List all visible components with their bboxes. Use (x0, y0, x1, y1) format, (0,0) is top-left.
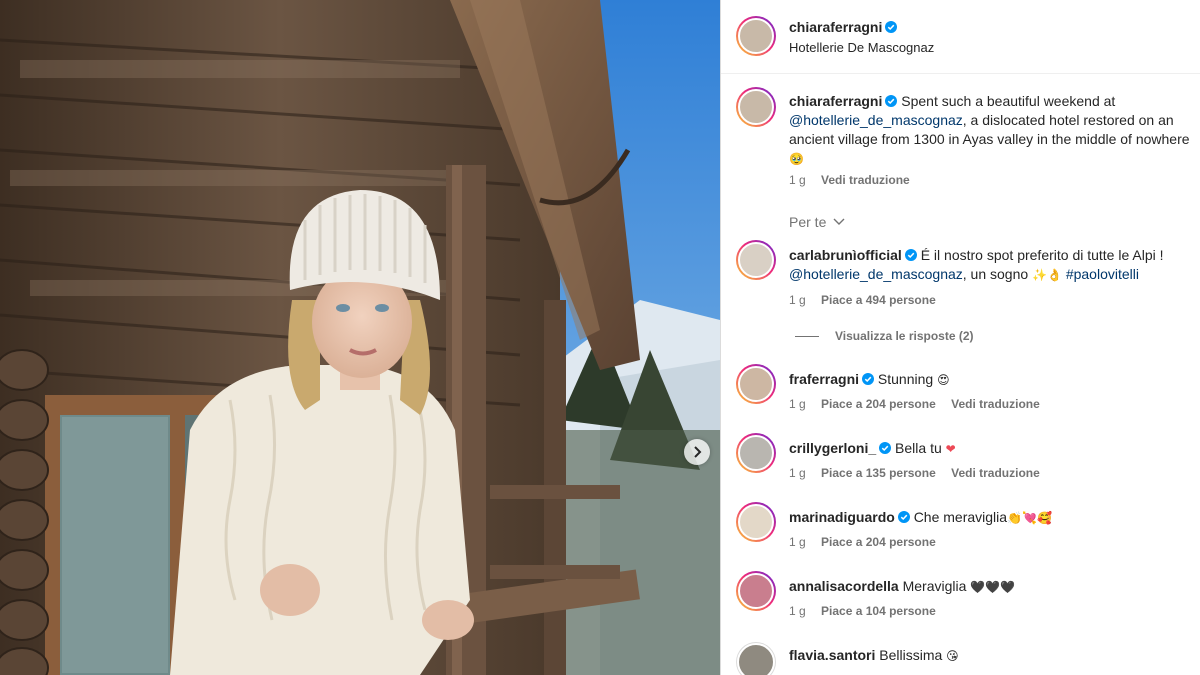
comment-body-2: , un sogno (962, 266, 1029, 282)
comment-likes[interactable]: Piace a 135 persone (821, 466, 936, 480)
comment-emoji: 😍 (937, 373, 950, 387)
view-replies-button[interactable]: Visualizza le risposte (2) (795, 329, 974, 343)
caption-time[interactable]: 1 g (789, 173, 806, 187)
comment-emoji: 👏💘🥰 (1007, 511, 1052, 525)
caption-avatar[interactable] (736, 87, 776, 127)
comment-body: Meraviglia (902, 578, 967, 594)
caption-meta: 1 g Vedi traduzione (789, 173, 922, 187)
comment-mention[interactable]: @hotellerie_de_mascognaz (789, 266, 963, 282)
caption-username[interactable]: chiaraferragni (789, 93, 882, 109)
comment-text: annalisacordella Meraviglia 🖤🖤🖤 (789, 577, 1199, 597)
photo-illustration (0, 0, 720, 675)
author-avatar[interactable] (736, 16, 776, 56)
caption-text-1: Spent such a beautiful weekend at (901, 93, 1116, 109)
verified-badge-icon (862, 373, 875, 385)
next-photo-button[interactable] (684, 439, 710, 465)
comment-body: Bella tu (895, 440, 942, 456)
commenter-username[interactable]: flavia.santori (789, 647, 875, 663)
commenter-avatar[interactable] (736, 502, 776, 542)
view-replies-label[interactable]: Visualizza le risposte (2) (835, 329, 974, 343)
author-username[interactable]: chiaraferragni (789, 19, 898, 35)
caption-mention[interactable]: @hotellerie_de_mascognaz (789, 112, 963, 128)
comment-translate-link[interactable]: Vedi traduzione (951, 397, 1040, 411)
commenter-username[interactable]: marinadiguardo (789, 509, 895, 525)
comment-body: É il nostro spot preferito di tutte le A… (920, 247, 1164, 263)
comment-emoji: ✨👌 (1032, 268, 1062, 282)
comment-emoji: ❤ (945, 442, 956, 456)
verified-badge-icon (879, 442, 892, 454)
verified-badge-icon (904, 249, 917, 261)
comment-text: flavia.santori Bellissima 😘 (789, 646, 1199, 666)
comment-meta: 1 g Piace a 494 persone (789, 293, 948, 307)
verified-badge-icon (885, 95, 898, 107)
commenter-avatar[interactable] (736, 433, 776, 473)
comment-time[interactable]: 1 g (789, 604, 806, 618)
comment-hashtag[interactable]: #paolovitelli (1066, 266, 1139, 282)
for-you-label[interactable]: Per te (789, 214, 826, 230)
comment-body: Che meraviglia (913, 509, 1008, 525)
verified-badge-icon (885, 21, 898, 33)
replies-divider (795, 336, 819, 338)
caption-translate-link[interactable]: Vedi traduzione (821, 173, 910, 187)
comment-meta: 1 g Piace a 135 persone Vedi traduzione (789, 466, 1052, 480)
commenter-avatar[interactable] (736, 240, 776, 280)
caption-text: chiaraferragni Spent such a beautiful we… (789, 92, 1200, 169)
commenter-username[interactable]: crillygerloni_ (789, 440, 876, 456)
comment-emoji: 🖤🖤🖤 (970, 580, 1016, 594)
post-location[interactable]: Hotellerie De Mascognaz (789, 40, 934, 55)
commenter-username[interactable]: annalisacordella (789, 578, 899, 594)
comment-translate-link[interactable]: Vedi traduzione (951, 466, 1040, 480)
verified-badge-icon (897, 511, 910, 523)
commenter-username[interactable]: fraferragni (789, 371, 859, 387)
comment-time[interactable]: 1 g (789, 535, 806, 549)
post-side-panel: chiaraferragni Hotellerie De Mascognaz c… (720, 0, 1200, 675)
commenter-avatar[interactable] (736, 642, 776, 675)
comment-meta: 1 g Piace a 104 persone (789, 604, 948, 618)
post-header: chiaraferragni Hotellerie De Mascognaz (721, 0, 1200, 74)
comment-likes[interactable]: Piace a 204 persone (821, 397, 936, 411)
post-photo (0, 0, 720, 675)
comment-likes[interactable]: Piace a 204 persone (821, 535, 936, 549)
author-username-text[interactable]: chiaraferragni (789, 19, 882, 35)
comment-emoji: 😘 (946, 649, 959, 663)
comment-likes[interactable]: Piace a 494 persone (821, 293, 936, 307)
comment-likes[interactable]: Piace a 104 persone (821, 604, 936, 618)
comment-text: crillygerloni_ Bella tu ❤ (789, 439, 1199, 459)
chevron-right-icon (694, 446, 702, 458)
comment-time[interactable]: 1 g (789, 397, 806, 411)
comment-meta: 1 g Piace a 204 persone (789, 535, 948, 549)
comment-text: marinadiguardo Che meraviglia👏💘🥰 (789, 508, 1199, 528)
comment-body: Stunning (877, 371, 934, 387)
commenter-avatar[interactable] (736, 571, 776, 611)
comment-time[interactable]: 1 g (789, 466, 806, 480)
commenter-avatar[interactable] (736, 364, 776, 404)
for-you-filter[interactable]: Per te (789, 214, 845, 230)
chevron-down-icon (833, 218, 845, 225)
comment-text: fraferragni Stunning 😍 (789, 370, 1199, 390)
commenter-username[interactable]: carlabrunìofficial (789, 247, 902, 263)
comment-body: Bellissima (879, 647, 943, 663)
comment-text: carlabrunìofficial É il nostro spot pref… (789, 246, 1199, 285)
caption-emoji: 🥹 (789, 152, 804, 166)
comment-time[interactable]: 1 g (789, 293, 806, 307)
comment-meta: 1 g Piace a 204 persone Vedi traduzione (789, 397, 1052, 411)
